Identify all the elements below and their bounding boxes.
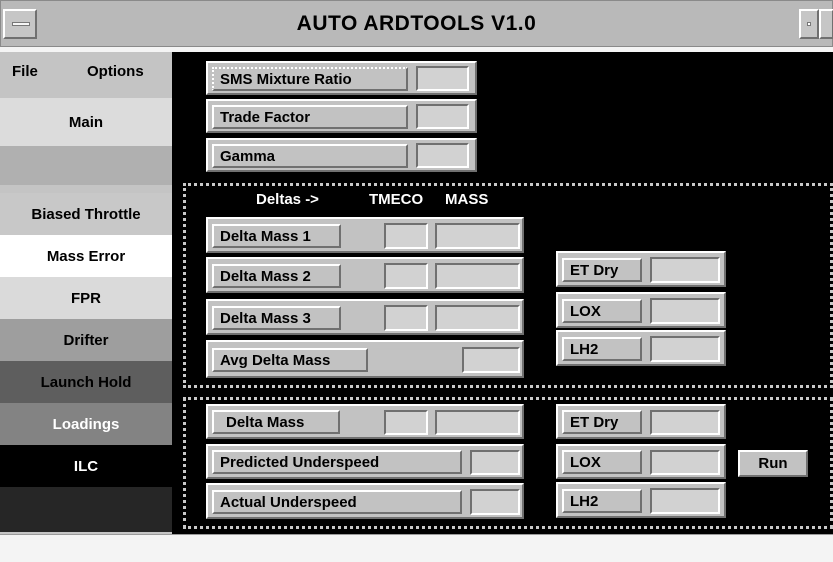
sms-mixture-ratio-input[interactable] — [416, 66, 469, 91]
bottom-lox-input[interactable] — [650, 450, 720, 475]
trade-factor-row: Trade Factor — [206, 99, 477, 133]
nav-launch-hold[interactable]: Launch Hold — [0, 361, 172, 403]
delta-mass-2-tmeco-input[interactable] — [384, 263, 428, 289]
menu-file[interactable]: File — [12, 63, 38, 80]
status-bar — [0, 534, 833, 562]
et-dry-label[interactable]: ET Dry — [562, 258, 642, 282]
predicted-underspeed-row: Predicted Underspeed — [206, 444, 524, 479]
nav-blank[interactable] — [0, 146, 172, 185]
sms-mixture-ratio-label[interactable]: SMS Mixture Ratio — [212, 67, 408, 91]
trade-factor-input[interactable] — [416, 104, 469, 129]
avg-delta-mass-row: Avg Delta Mass — [206, 340, 524, 378]
nav-ilc[interactable]: ILC — [0, 445, 172, 487]
lh2-input[interactable] — [650, 336, 720, 362]
nav-main[interactable]: Main — [0, 98, 172, 146]
main-panel: SMS Mixture Ratio Trade Factor Gamma Del… — [172, 52, 833, 534]
nav-fpr[interactable]: FPR — [0, 277, 172, 319]
bottom-lh2-label[interactable]: LH2 — [562, 489, 642, 513]
bottom-et-dry-label[interactable]: ET Dry — [562, 410, 642, 434]
sidebar: File Options Main Biased Throttle Mass E… — [0, 52, 172, 534]
window-title: AUTO ARDTOOLS V1.0 — [296, 12, 537, 35]
bottom-lh2-row: LH2 — [556, 482, 726, 518]
lh2-label[interactable]: LH2 — [562, 337, 642, 361]
bottom-lox-row: LOX — [556, 444, 726, 479]
actual-underspeed-row: Actual Underspeed — [206, 483, 524, 519]
avg-delta-mass-label[interactable]: Avg Delta Mass — [212, 348, 368, 372]
bottom-et-dry-row: ET Dry — [556, 404, 726, 439]
menu-options[interactable]: Options — [87, 63, 144, 80]
delta-mass-3-label[interactable]: Delta Mass 3 — [212, 306, 341, 330]
actual-underspeed-label[interactable]: Actual Underspeed — [212, 490, 462, 514]
maximize-button[interactable] — [819, 9, 833, 39]
lox-label[interactable]: LOX — [562, 299, 642, 323]
predicted-underspeed-input[interactable] — [470, 450, 520, 475]
gamma-label[interactable]: Gamma — [212, 144, 408, 168]
minimize-icon — [807, 22, 811, 26]
nav-blank-bottom[interactable] — [0, 487, 172, 532]
delta-mass-mass-input[interactable] — [435, 410, 520, 435]
delta-mass-tmeco-input[interactable] — [384, 410, 428, 435]
sms-mixture-ratio-row: SMS Mixture Ratio — [206, 61, 477, 95]
mass-column-header: MASS — [445, 191, 489, 208]
delta-mass-2-mass-input[interactable] — [435, 263, 520, 289]
delta-mass-3-tmeco-input[interactable] — [384, 305, 428, 331]
delta-mass-3-mass-input[interactable] — [435, 305, 520, 331]
actual-underspeed-input[interactable] — [470, 489, 520, 515]
gamma-input[interactable] — [416, 143, 469, 168]
title-bar: AUTO ARDTOOLS V1.0 — [0, 0, 833, 47]
et-dry-input[interactable] — [650, 257, 720, 283]
menu-bar: File Options — [0, 52, 172, 90]
tmeco-column-header: TMECO — [369, 191, 424, 208]
delta-mass-1-label[interactable]: Delta Mass 1 — [212, 224, 341, 248]
nav-loadings[interactable]: Loadings — [0, 403, 172, 445]
gamma-row: Gamma — [206, 138, 477, 172]
et-dry-row: ET Dry — [556, 251, 726, 287]
avg-delta-mass-input[interactable] — [462, 347, 520, 373]
bottom-et-dry-input[interactable] — [650, 410, 720, 435]
delta-mass-3-row: Delta Mass 3 — [206, 299, 524, 335]
delta-mass-1-row: Delta Mass 1 — [206, 217, 524, 253]
delta-mass-2-label[interactable]: Delta Mass 2 — [212, 264, 341, 288]
delta-mass-label[interactable]: Delta Mass — [212, 410, 340, 434]
delta-mass-1-tmeco-input[interactable] — [384, 223, 428, 249]
lh2-row: LH2 — [556, 330, 726, 366]
trade-factor-label[interactable]: Trade Factor — [212, 105, 408, 129]
bottom-lox-label[interactable]: LOX — [562, 450, 642, 474]
deltas-header: Deltas -> — [256, 191, 319, 208]
bottom-lh2-input[interactable] — [650, 488, 720, 514]
delta-mass-row: Delta Mass — [206, 404, 524, 439]
minimize-button[interactable] — [799, 9, 819, 39]
nav-mass-error[interactable]: Mass Error — [0, 235, 172, 277]
run-button[interactable]: Run — [738, 450, 808, 477]
nav-biased-throttle[interactable]: Biased Throttle — [0, 193, 172, 235]
lox-input[interactable] — [650, 298, 720, 324]
lox-row: LOX — [556, 292, 726, 328]
nav-drifter[interactable]: Drifter — [0, 319, 172, 361]
delta-mass-2-row: Delta Mass 2 — [206, 257, 524, 293]
delta-mass-1-mass-input[interactable] — [435, 223, 520, 249]
predicted-underspeed-label[interactable]: Predicted Underspeed — [212, 450, 462, 474]
